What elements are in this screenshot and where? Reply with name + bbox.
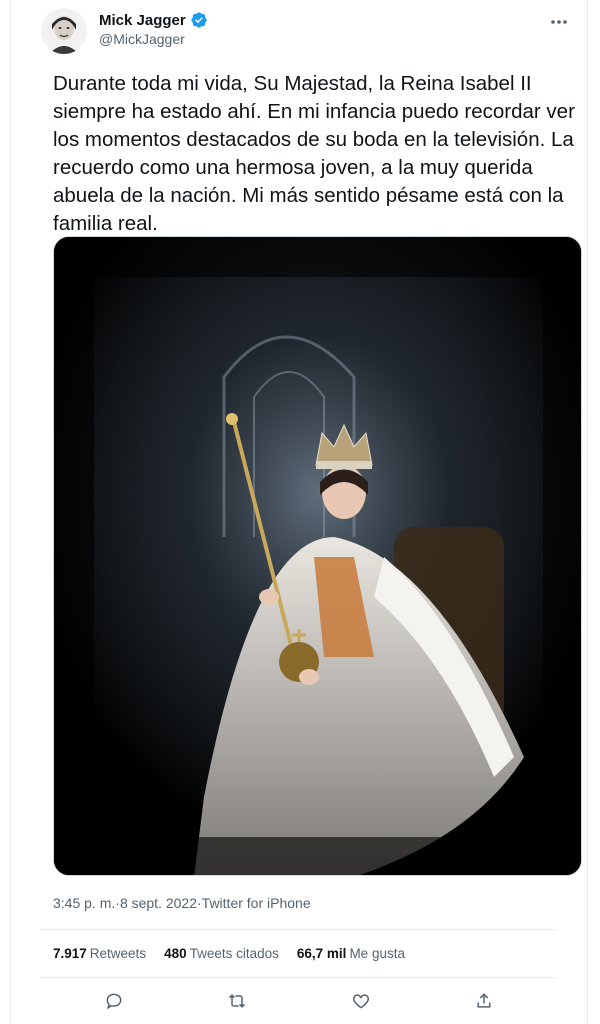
- likes-label: Me gusta: [349, 946, 405, 961]
- share-button[interactable]: [471, 988, 497, 1014]
- tweet-source[interactable]: Twitter for iPhone: [202, 895, 311, 911]
- tweet-photo[interactable]: [53, 236, 582, 876]
- tweet-date[interactable]: 8 sept. 2022: [120, 895, 197, 911]
- quotes-label: Tweets citados: [189, 946, 279, 961]
- like-button[interactable]: [348, 988, 374, 1014]
- reply-button[interactable]: [101, 988, 127, 1014]
- author-handle[interactable]: @MickJagger: [99, 31, 185, 47]
- tweet-actions: [53, 988, 545, 1016]
- divider: [41, 929, 557, 930]
- likes-stat[interactable]: 66,7 mil Me gusta: [297, 946, 405, 961]
- queen-portrait-image: [54, 237, 581, 875]
- verified-badge-icon: [191, 12, 207, 28]
- retweets-count: 7.917: [53, 946, 87, 961]
- reply-icon: [106, 993, 122, 1010]
- retweets-stat[interactable]: 7.917 Retweets: [53, 946, 146, 961]
- avatar[interactable]: [41, 8, 87, 54]
- retweets-label: Retweets: [89, 946, 147, 961]
- tweet-time[interactable]: 3:45 p. m.: [53, 895, 115, 911]
- like-icon: [352, 994, 369, 1009]
- retweet-icon: [229, 994, 246, 1008]
- more-icon[interactable]: [545, 10, 573, 34]
- divider: [41, 977, 557, 978]
- retweet-button[interactable]: [224, 988, 250, 1014]
- tweet-header: Mick Jagger @MickJagger: [41, 8, 573, 56]
- likes-count: 66,7 mil: [296, 946, 347, 961]
- tweet-meta: 3:45 p. m. · 8 sept. 2022 · Twitter for …: [53, 895, 311, 911]
- author-name[interactable]: Mick Jagger: [99, 12, 186, 29]
- tweet-card: Mick Jagger @MickJagger Durante toda mi …: [10, 0, 588, 1024]
- tweet-text: Durante toda mi vida, Su Majestad, la Re…: [53, 72, 581, 235]
- tweet-stats: 7.917 Retweets 480 Tweets citados 66,7 mil…: [53, 946, 405, 961]
- author-name-row[interactable]: Mick Jagger: [99, 11, 208, 29]
- quotes-stat[interactable]: 480 Tweets citados: [164, 946, 279, 961]
- share-icon: [477, 993, 491, 1008]
- quotes-count: 480: [164, 946, 187, 961]
